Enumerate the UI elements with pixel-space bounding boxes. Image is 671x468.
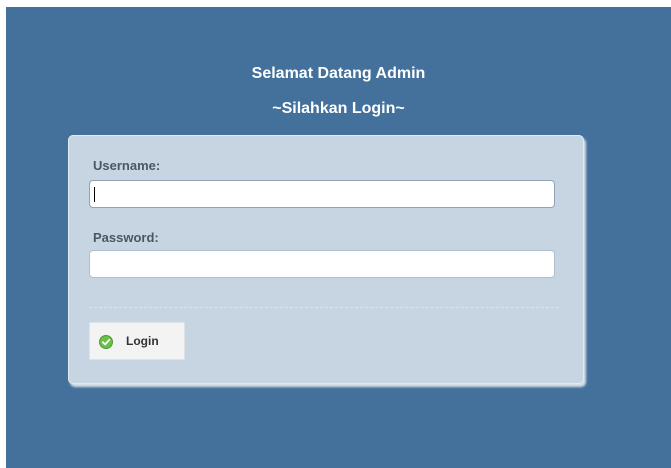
login-button-label: Login [126, 334, 159, 348]
check-circle-icon [99, 335, 113, 349]
login-subtitle: ~Silahkan Login~ [272, 100, 405, 117]
username-label: Username: [93, 158, 161, 173]
password-input[interactable] [89, 250, 555, 278]
username-input[interactable] [89, 180, 555, 208]
login-page: Selamat Datang Admin ~Silahkan Login~ Us… [6, 7, 671, 468]
password-label: Password: [93, 230, 159, 245]
form-divider [89, 307, 559, 308]
welcome-heading: Selamat Datang Admin [251, 65, 426, 82]
text-cursor [94, 187, 95, 202]
login-panel: Username: Password: Login [68, 135, 584, 384]
login-button[interactable]: Login [89, 322, 185, 360]
